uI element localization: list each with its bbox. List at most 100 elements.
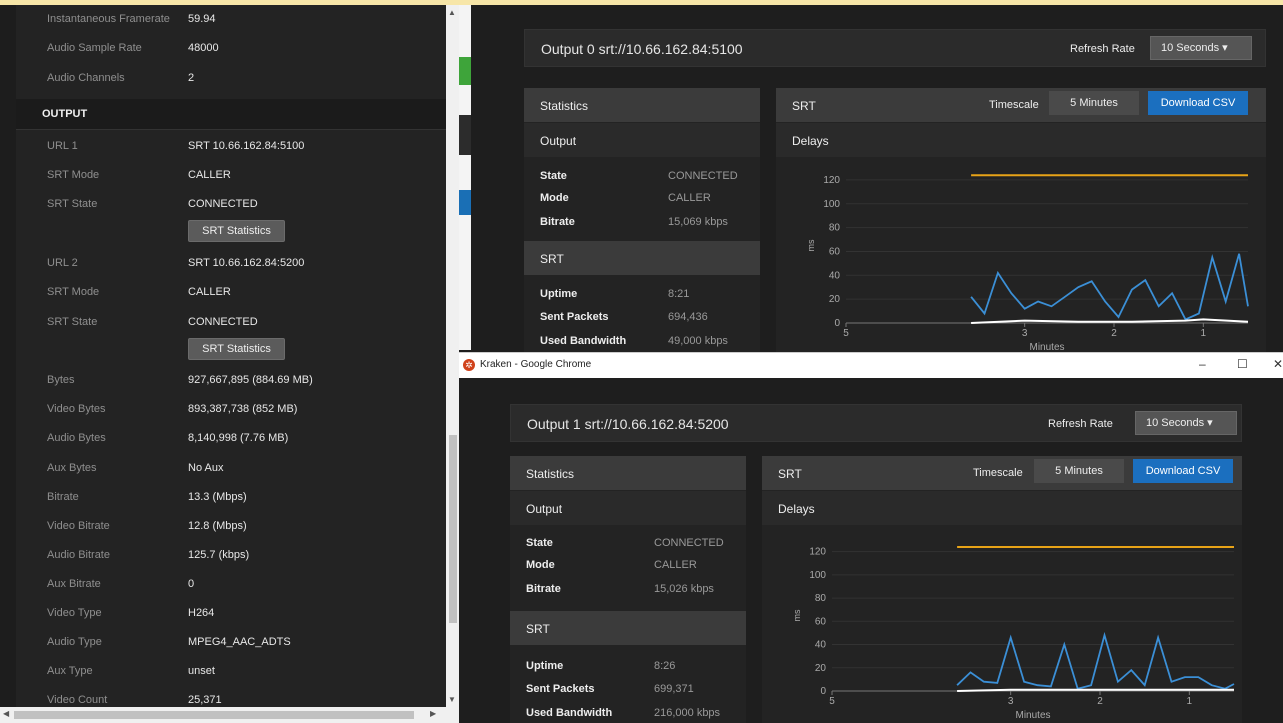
scrollbar-thumb[interactable] xyxy=(14,711,414,719)
y-tick-label: 60 xyxy=(829,246,841,257)
detail-row: Bytes 927,667,895 (884.69 MB) xyxy=(16,366,447,395)
detail-label: Video Bytes xyxy=(47,403,106,415)
detail-value: 8,140,998 (7.76 MB) xyxy=(188,432,289,444)
statistics-panel: Statistics Output State CONNECTED Mode CAL… xyxy=(524,88,760,352)
refresh-rate-select[interactable]: 10 Seconds ▾ xyxy=(1135,411,1237,435)
scroll-down-icon[interactable]: ▼ xyxy=(448,695,456,704)
x-tick-label: 1 xyxy=(1201,328,1207,339)
detail-row: Audio Sample Rate 48000 xyxy=(16,34,447,63)
stat-row: Mode CALLER xyxy=(510,555,746,577)
detail-value: 59.94 xyxy=(188,13,216,25)
output-subtitle: Output xyxy=(526,502,563,516)
chrome-title-bar: ✲ Kraken - Google Chrome – ☐ ✕ xyxy=(459,352,1283,378)
y-tick-label: 80 xyxy=(815,593,827,604)
detail-row: SRT State CONNECTED xyxy=(16,190,447,219)
background-dark-block xyxy=(459,115,471,155)
srt-chart-title: SRT xyxy=(778,467,802,481)
stat-label: Sent Packets xyxy=(540,311,609,323)
stat-label: Bitrate xyxy=(540,216,575,228)
srt-subheader: SRT xyxy=(510,611,746,645)
statistics-title: Statistics xyxy=(526,467,575,481)
detail-value: CALLER xyxy=(188,286,231,298)
detail-label: Bitrate xyxy=(47,491,79,503)
caret-down-icon: ▾ xyxy=(1207,417,1213,429)
detail-label: Video Bitrate xyxy=(47,520,110,532)
stat-row: Sent Packets 694,436 xyxy=(524,307,760,329)
stat-label: Sent Packets xyxy=(526,683,595,695)
stat-row: Used Bandwidth 216,000 kbps xyxy=(510,703,746,723)
detail-value: 125.7 (kbps) xyxy=(188,549,250,561)
y-tick-label: 0 xyxy=(834,318,840,329)
detail-row: Audio Type MPEG4_AAC_ADTS xyxy=(16,628,447,657)
y-tick-label: 20 xyxy=(829,294,841,305)
detail-row: Audio Bitrate 125.7 (kbps) xyxy=(16,541,447,570)
detail-value: 48000 xyxy=(188,42,219,54)
detail-label: URL 1 xyxy=(47,140,78,152)
delays-title: Delays xyxy=(778,502,815,516)
detail-value: 25,371 xyxy=(188,694,222,706)
scroll-up-icon[interactable]: ▲ xyxy=(448,8,456,17)
output-section-header: OUTPUT xyxy=(16,99,447,130)
output-subtitle: Output xyxy=(540,134,577,148)
vertical-scrollbar[interactable]: ▲ ▼ xyxy=(446,5,459,707)
stat-row: Bitrate 15,069 kbps xyxy=(524,212,760,234)
detail-row: Bitrate 13.3 (Mbps) xyxy=(16,483,447,512)
horizontal-scrollbar[interactable]: ◀ ▶ xyxy=(0,707,459,723)
detail-label: SRT Mode xyxy=(47,169,100,181)
delays-subheader: Delays xyxy=(776,123,1266,157)
detail-label: SRT Mode xyxy=(47,286,100,298)
detail-row: Aux Bytes No Aux xyxy=(16,454,447,483)
x-tick-label: 1 xyxy=(1187,696,1193,707)
y-axis-label: ms xyxy=(792,609,802,621)
window-title: Kraken - Google Chrome xyxy=(480,359,592,370)
detail-row: SRT Mode CALLER xyxy=(16,278,447,307)
scroll-right-icon[interactable]: ▶ xyxy=(430,709,436,718)
detail-value: 893,387,738 (852 MB) xyxy=(188,403,298,415)
background-green-block xyxy=(459,57,471,85)
statistics-title: Statistics xyxy=(540,99,589,113)
stat-value: 699,371 xyxy=(654,683,694,695)
refresh-rate-select[interactable]: 10 Seconds ▾ xyxy=(1150,36,1252,60)
section-title: OUTPUT xyxy=(42,108,88,120)
input-details-panel: Instantaneous Framerate 59.94 Audio Sampl… xyxy=(16,5,456,707)
detail-label: Bytes xyxy=(47,374,75,386)
srt-subtitle: SRT xyxy=(540,252,564,266)
srt-statistics-button-2[interactable]: SRT Statistics xyxy=(188,338,285,360)
stat-label: State xyxy=(540,170,567,182)
x-tick-label: 3 xyxy=(1008,696,1014,707)
x-tick-label: 3 xyxy=(1022,328,1028,339)
stat-label: Used Bandwidth xyxy=(540,335,627,347)
stat-row: Used Bandwidth 49,000 kbps xyxy=(524,331,760,352)
minimize-icon[interactable]: – xyxy=(1199,357,1206,371)
x-tick-label: 5 xyxy=(843,328,849,339)
detail-row: Video Type H264 xyxy=(16,599,447,628)
detail-label: Aux Type xyxy=(47,665,93,677)
detail-row: SRT State CONNECTED xyxy=(16,308,447,337)
timescale-select[interactable]: 5 Minutes xyxy=(1049,91,1139,115)
output-title: Output 1 srt://10.66.162.84:5200 xyxy=(527,416,729,432)
maximize-icon[interactable]: ☐ xyxy=(1237,357,1248,371)
download-csv-button[interactable]: Download CSV xyxy=(1148,91,1248,115)
download-csv-button[interactable]: Download CSV xyxy=(1133,459,1233,483)
detail-label: Audio Sample Rate xyxy=(47,42,142,54)
srt-statistics-button-1[interactable]: SRT Statistics xyxy=(188,220,285,242)
detail-value: 2 xyxy=(188,72,195,84)
scrollbar-thumb[interactable] xyxy=(449,435,457,623)
scroll-left-icon[interactable]: ◀ xyxy=(3,709,9,718)
close-icon[interactable]: ✕ xyxy=(1273,357,1283,371)
stat-value: 49,000 kbps xyxy=(668,335,728,347)
detail-row: Audio Channels 2 xyxy=(16,64,447,93)
timescale-select[interactable]: 5 Minutes xyxy=(1034,459,1124,483)
y-tick-label: 0 xyxy=(820,686,826,697)
output-0-window: Output 0 srt://10.66.162.84:5100 Refresh… xyxy=(471,5,1283,352)
stat-value: 8:21 xyxy=(668,288,690,300)
detail-row: Aux Bitrate 0 xyxy=(16,570,447,599)
stat-value: CALLER xyxy=(654,559,697,571)
detail-value: 927,667,895 (884.69 MB) xyxy=(188,374,313,386)
refresh-rate-label: Refresh Rate xyxy=(1070,43,1135,55)
y-tick-label: 20 xyxy=(815,663,827,674)
refresh-rate-label: Refresh Rate xyxy=(1048,418,1113,430)
detail-value: MPEG4_AAC_ADTS xyxy=(188,636,291,648)
stat-row: Mode CALLER xyxy=(524,188,760,210)
stat-label: Uptime xyxy=(540,288,578,300)
